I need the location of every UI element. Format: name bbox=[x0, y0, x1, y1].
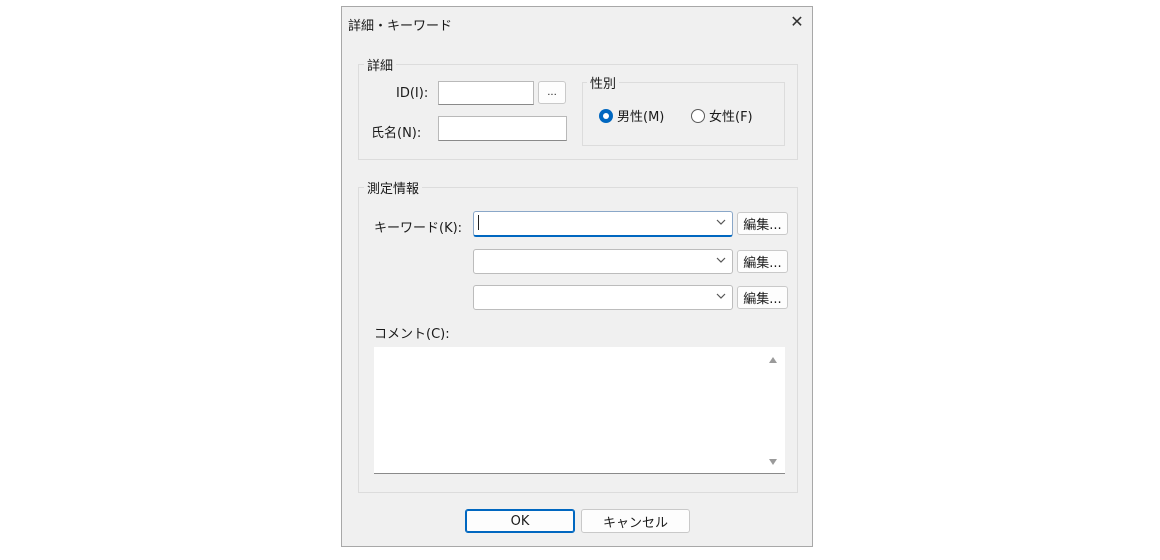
name-input[interactable] bbox=[438, 116, 567, 141]
male-radio[interactable] bbox=[599, 108, 613, 123]
edit-keyword-label-1: 編集... bbox=[743, 218, 782, 233]
keyword-combo-1[interactable] bbox=[473, 211, 733, 237]
comment-textarea[interactable] bbox=[374, 347, 785, 474]
female-radio[interactable] bbox=[691, 108, 705, 123]
female-radio-option[interactable]: 女性(F) bbox=[691, 106, 753, 125]
ok-button[interactable]: OK bbox=[465, 509, 575, 533]
measurement-legend: 測定情報 bbox=[364, 178, 423, 197]
chevron-down-icon[interactable] bbox=[716, 218, 726, 226]
chevron-down-icon[interactable] bbox=[716, 292, 726, 300]
gender-legend: 性別 bbox=[587, 73, 620, 92]
male-label: 男性(M) bbox=[617, 110, 665, 125]
comment-label: コメント(C): bbox=[374, 327, 450, 342]
keyword-label: キーワード(K): bbox=[374, 221, 463, 236]
edit-keyword-button-1[interactable]: 編集... bbox=[737, 212, 788, 235]
edit-keyword-button-3[interactable]: 編集... bbox=[737, 286, 788, 309]
dialog-title: 詳細・キーワード bbox=[348, 19, 453, 34]
details-legend: 詳細 bbox=[364, 55, 397, 74]
close-icon[interactable]: ✕ bbox=[786, 11, 808, 33]
keyword-combo-3[interactable] bbox=[473, 285, 733, 310]
scroll-up-icon[interactable] bbox=[767, 355, 779, 365]
edit-keyword-label-2: 編集... bbox=[743, 256, 782, 271]
dialog-window: 詳細・キーワード ✕ 詳細 ID(I): ... 氏名(N): 性別 男性(M)… bbox=[341, 6, 813, 547]
cancel-button[interactable]: キャンセル bbox=[581, 509, 690, 533]
keyword-combo-2[interactable] bbox=[473, 249, 733, 274]
id-label: ID(I): bbox=[396, 86, 429, 101]
id-input[interactable] bbox=[438, 81, 534, 105]
cancel-label: キャンセル bbox=[602, 515, 668, 531]
female-label: 女性(F) bbox=[709, 110, 753, 125]
chevron-down-icon[interactable] bbox=[716, 256, 726, 264]
browse-id-label: ... bbox=[547, 86, 557, 98]
text-caret bbox=[478, 215, 479, 230]
name-label: 氏名(N): bbox=[371, 126, 422, 141]
edit-keyword-button-2[interactable]: 編集... bbox=[737, 250, 788, 273]
male-radio-option[interactable]: 男性(M) bbox=[599, 106, 664, 125]
edit-keyword-label-3: 編集... bbox=[743, 292, 782, 307]
scroll-down-icon[interactable] bbox=[767, 457, 779, 467]
ok-label: OK bbox=[510, 513, 530, 529]
browse-id-button[interactable]: ... bbox=[538, 81, 566, 104]
